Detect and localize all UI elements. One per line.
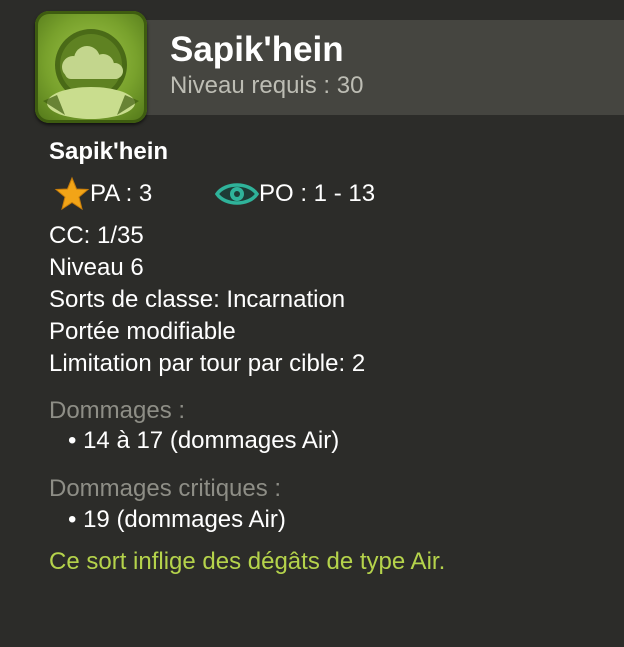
damage-value: 14 à 17 (dommages Air) [68,427,339,455]
spell-level: Niveau 6 [49,254,144,281]
modifiable-range: Portée modifiable [49,318,236,345]
required-level: Niveau requis : 30 [170,72,364,99]
spell-title: Sapik'hein [170,30,344,69]
cast-limit: Limitation par tour par cible: 2 [49,350,366,377]
pa-stat: PA : 3 [54,176,152,212]
crit-chance: CC: 1/35 [49,222,144,249]
critical-damage-heading: Dommages critiques : [49,475,282,502]
damage-heading: Dommages : [49,397,186,424]
pa-value: PA : 3 [90,180,153,207]
spell-description: Ce sort inflige des dégâts de type Air. [49,548,446,575]
class-spells: Sorts de classe: Incarnation [49,286,346,313]
cloud-spell-icon [35,11,147,123]
eye-icon [215,176,259,212]
stats-row: PA : 3 PO : 1 - 13 [52,176,452,212]
po-stat: PO : 1 - 13 [215,176,375,212]
po-value: PO : 1 - 13 [259,180,376,207]
spell-name: Sapik'hein [49,138,169,165]
star-icon [54,176,90,212]
critical-damage-value: 19 (dommages Air) [68,506,286,534]
